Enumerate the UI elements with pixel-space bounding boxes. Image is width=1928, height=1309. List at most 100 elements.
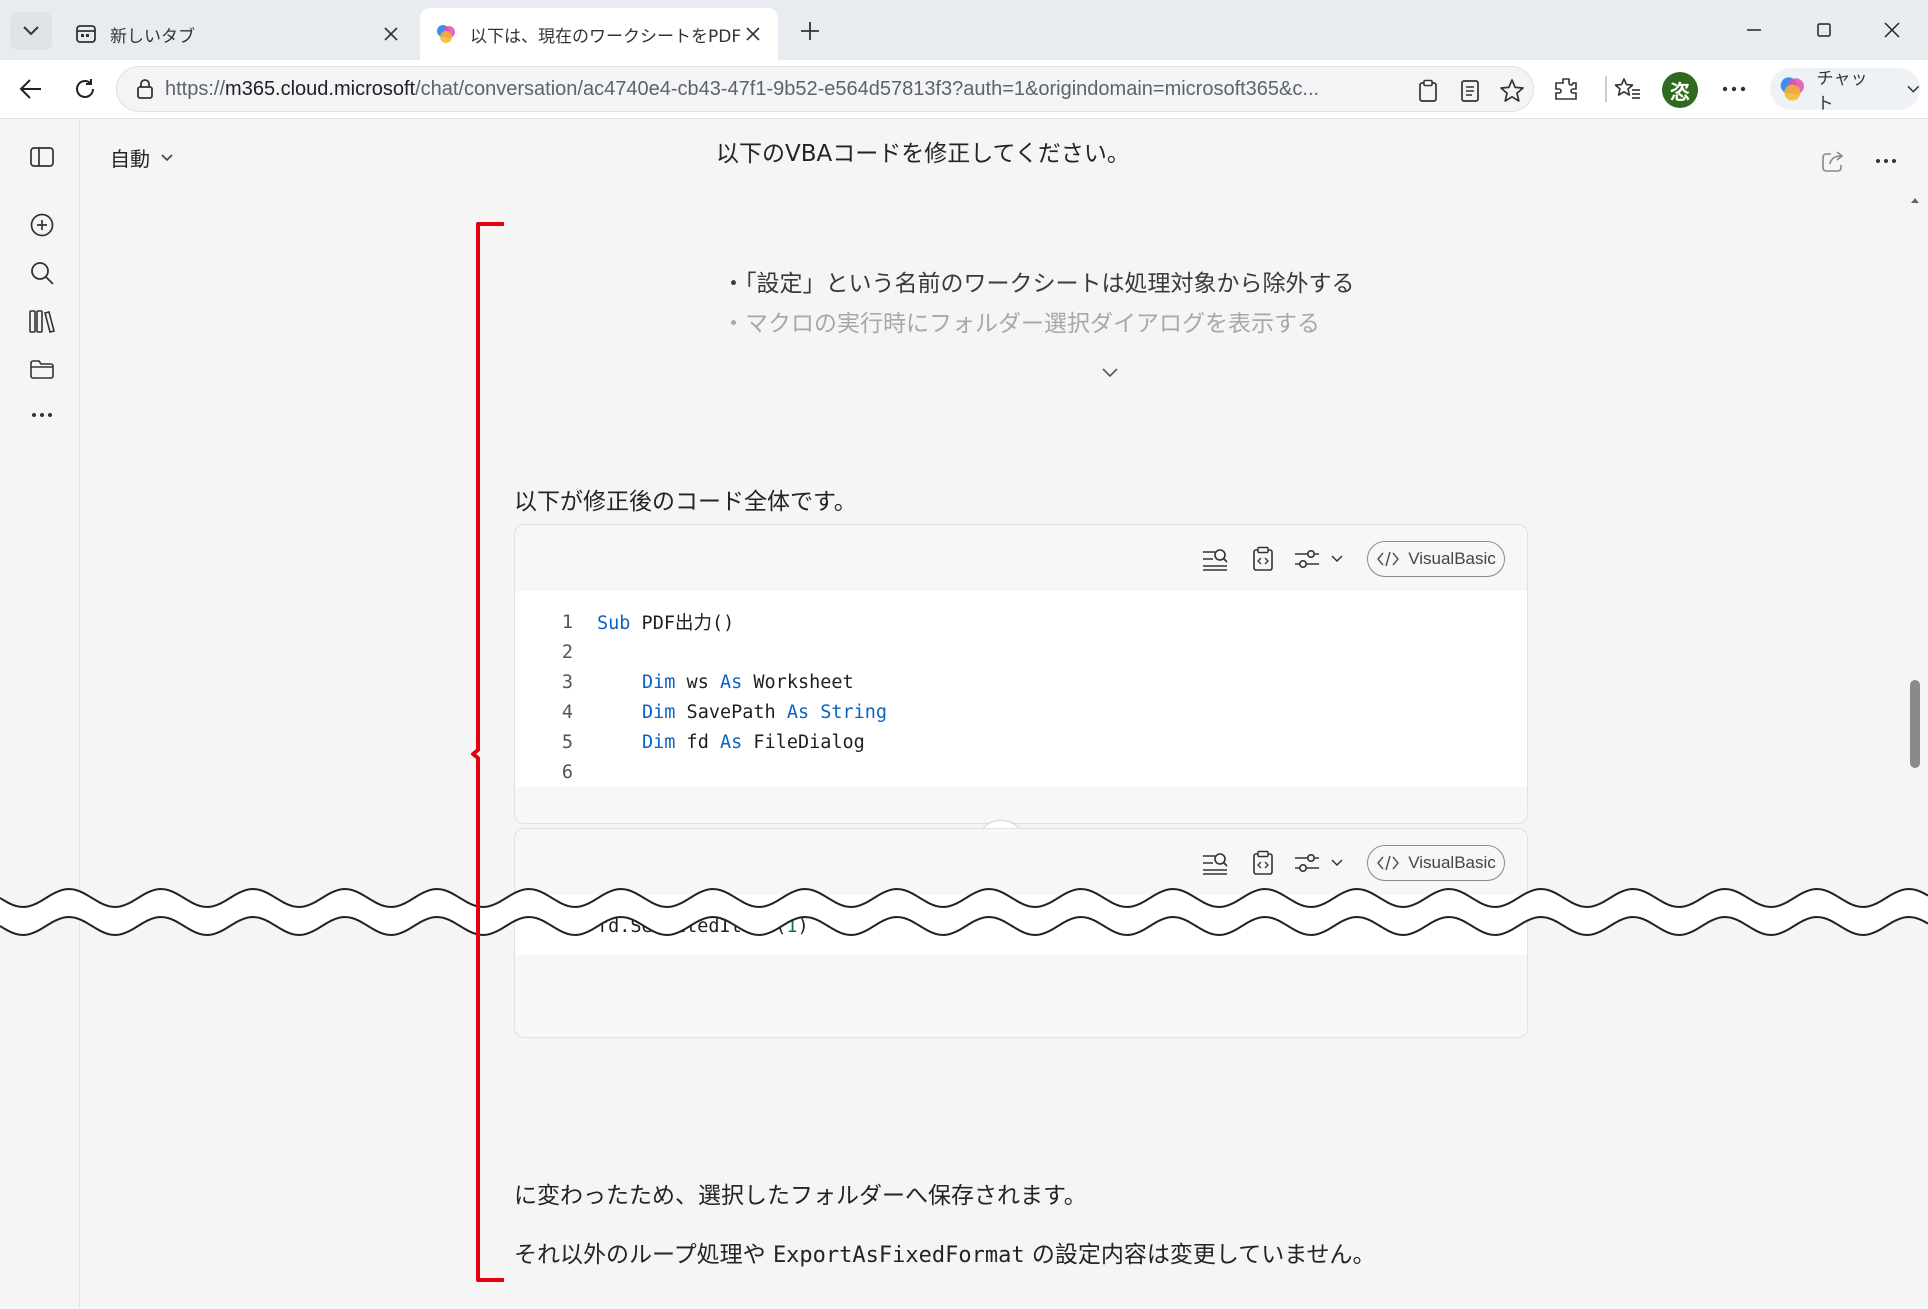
search-icon[interactable] [24,255,60,291]
more-icon[interactable] [1716,71,1752,107]
user-bullet-faded: ・マクロの実行時にフォルダー選択ダイアログを表示する [722,311,1320,337]
clipboard-icon[interactable] [1414,77,1442,105]
reply-text: それ以外のループ処理や [514,1242,773,1268]
share-icon[interactable] [1816,143,1852,179]
arrow-left-icon [19,79,41,99]
line-number: 3 [561,671,573,693]
plus-icon [801,22,819,40]
tab-actions-button[interactable] [10,12,52,50]
code-keyword-token: Dim [642,671,676,693]
left-rail [0,119,80,1309]
code-settings-icon[interactable] [1291,543,1323,575]
screenshot-cut-separator [0,888,1928,936]
folder-icon[interactable] [24,351,60,387]
copilot-chat-button[interactable]: チャット [1770,68,1920,114]
code-keyword-token: Dim [642,701,676,723]
favorite-star-icon[interactable] [1498,77,1526,105]
code-text: Dim SavePath As String [597,702,887,723]
code-text: Dim ws As Worksheet [597,672,854,693]
tab-strip: 新しいタブ 以下は、現在のワークシートをPDFとして [0,0,1928,60]
code-keyword-token: String [820,701,888,723]
view-code-icon[interactable] [1199,543,1231,575]
chevron-down-icon[interactable] [1327,543,1347,575]
code-token: PDF出力() [630,613,735,634]
code-keyword-token: Sub [597,613,631,634]
scroll-up-arrow[interactable] [1908,193,1922,207]
sidebar-toggle-icon[interactable] [24,139,60,175]
back-button[interactable] [10,68,52,110]
line-number: 4 [561,701,573,723]
language-badge: VisualBasic [1367,541,1505,577]
user-bullet: ・「設定」という名前のワークシートは処理対象から除外する [722,271,1355,297]
new-chat-icon[interactable] [24,207,60,243]
refresh-button[interactable] [64,68,106,110]
close-icon[interactable] [380,23,402,45]
code-brackets-icon [1376,550,1400,568]
model-label: 自動 [110,147,150,171]
more-icon[interactable] [24,397,60,433]
language-badge: VisualBasic [1367,845,1505,881]
chevron-down-icon [23,26,39,36]
tab-copilot-conversation[interactable]: 以下は、現在のワークシートをPDFとして [420,8,778,60]
url-scheme: https:// [165,77,226,100]
reader-view-icon[interactable] [1456,77,1484,105]
line-number: 6 [561,761,573,783]
url-path: /chat/conversation/ac4740e4-cb43-47f1-9b… [415,77,1320,100]
line-number: 2 [561,641,573,663]
view-code-icon[interactable] [1199,847,1231,879]
tab-title: 新しいタブ [110,26,195,47]
minimize-icon [1747,29,1761,31]
code-keyword-token: As [719,731,743,753]
maximize-button[interactable] [1794,8,1854,52]
code-token: fd [675,731,720,753]
close-icon [1884,22,1900,38]
code-brackets-icon [1376,854,1400,872]
more-icon[interactable] [1868,143,1904,179]
code-keyword-token: Dim [642,731,676,753]
address-bar[interactable]: https://m365.cloud.microsoft/chat/conver… [116,66,1534,112]
highlight-bracket-annotation [471,222,504,1282]
minimize-button[interactable] [1724,8,1784,52]
chevron-down-icon[interactable] [1327,847,1347,879]
code-text: Dim fd As FileDialog [597,732,865,753]
code-body[interactable]: 1 Sub PDF出力() 2 3 Dim ws As Worksheet 4 Dim Sa… [515,591,1527,787]
favorites-list-icon[interactable] [1610,71,1646,107]
chevron-down-icon [1907,85,1920,93]
line-number: 5 [561,731,573,753]
url-text[interactable]: https://m365.cloud.microsoft/chat/conver… [165,78,1405,101]
toolbar-divider [1604,71,1608,107]
assistant-reply-paragraph: それ以外のループ処理や ExportAsFixedFormat の設定内容は変更… [514,1235,1376,1269]
copy-code-icon[interactable] [1247,543,1279,575]
browser-toolbar: https://m365.cloud.microsoft/chat/conver… [0,60,1928,118]
library-icon[interactable] [24,303,60,339]
assistant-reply-paragraph: に変わったため、選択したフォルダーへ保存されます。 [514,1183,1087,1209]
code-line: 1 Sub PDF出力() [515,607,1527,637]
user-message: 以下のVBAコードを修正してください。 [716,141,1130,167]
new-tab-button[interactable] [790,12,830,50]
expand-message-chevron-icon[interactable] [1098,360,1122,384]
assistant-reply-intro: 以下が修正後のコード全体です。 [514,489,857,515]
close-window-button[interactable] [1862,8,1922,52]
extensions-icon[interactable] [1548,71,1584,107]
code-keyword-token: As [719,671,743,693]
code-token: ws [675,671,720,693]
close-icon[interactable] [742,23,764,45]
profile-avatar[interactable]: 恣 [1662,72,1698,108]
code-keyword-token: As [786,701,810,723]
copilot-icon [1780,77,1804,101]
code-line: 4 Dim SavePath As String [515,697,1527,727]
url-host: m365.cloud.microsoft [225,77,416,100]
copy-code-icon[interactable] [1247,847,1279,879]
lock-icon[interactable] [125,79,165,99]
code-line: 5 Dim fd As FileDialog [515,727,1527,757]
inline-code: ExportAsFixedFormat [772,1243,1025,1268]
code-token: Worksheet [742,671,854,693]
code-token: FileDialog [742,731,865,753]
chevron-down-icon [160,153,174,163]
scrollbar-thumb[interactable] [1910,680,1920,768]
tab-new-tab[interactable]: 新しいタブ [60,8,416,60]
code-settings-icon[interactable] [1291,847,1323,879]
model-selector[interactable]: 自動 [110,143,174,172]
language-label: VisualBasic [1408,853,1496,872]
